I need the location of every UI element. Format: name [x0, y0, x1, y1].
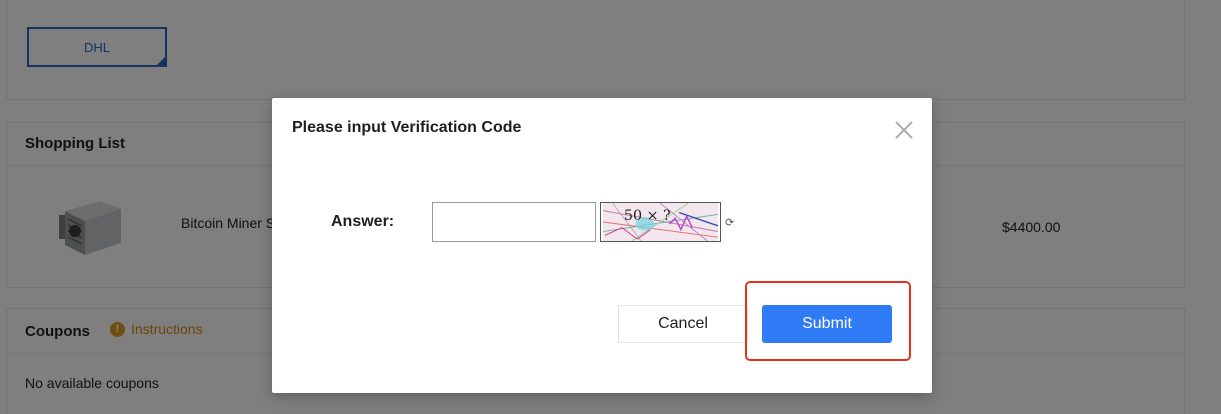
- modal-title: Please input Verification Code: [292, 119, 522, 136]
- close-icon[interactable]: [892, 118, 916, 142]
- captcha-text: 50 × ?: [624, 208, 671, 224]
- refresh-icon[interactable]: ⟳: [725, 216, 734, 229]
- submit-button[interactable]: Submit: [762, 305, 892, 343]
- verification-modal: Please input Verification Code Answer: 5…: [272, 98, 932, 393]
- cancel-button[interactable]: Cancel: [618, 305, 748, 343]
- answer-input[interactable]: [432, 202, 596, 242]
- answer-label: Answer:: [331, 213, 395, 230]
- captcha-image[interactable]: 50 × ?: [600, 202, 721, 242]
